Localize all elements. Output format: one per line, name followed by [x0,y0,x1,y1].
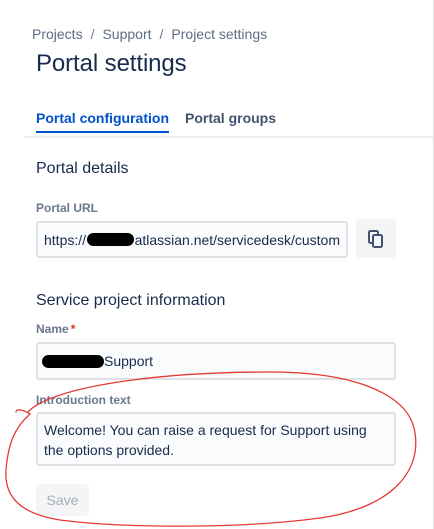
tab-bar: Portal configuration Portal groups [36,110,276,133]
redacted-subdomain [87,233,134,246]
name-field[interactable]: Support [36,342,396,380]
tab-portal-groups[interactable]: Portal groups [185,110,276,132]
redacted-name-prefix [42,354,104,368]
breadcrumb-project-settings[interactable]: Project settings [171,26,267,42]
tab-portal-configuration[interactable]: Portal configuration [36,110,169,133]
name-label-text: Name [36,322,69,336]
save-button[interactable]: Save [36,484,89,516]
portal-settings-page: Projects / Support / Project settings Portal… [0,0,434,529]
service-project-heading: Service project information [36,292,226,309]
name-field-value: Support [104,353,154,369]
copy-url-button[interactable] [356,219,396,258]
portal-url-field[interactable]: https:// atlassian.net/servicedesk/custom [36,221,348,258]
breadcrumb-separator: / [159,26,164,42]
breadcrumb: Projects / Support / Project settings [32,26,267,42]
required-asterisk: * [70,322,76,336]
copy-icon [368,229,383,248]
portal-url-label: Portal URL [36,201,99,215]
page-title: Portal settings [36,50,187,77]
breadcrumb-support[interactable]: Support [102,26,151,42]
breadcrumb-projects[interactable]: Projects [32,26,83,42]
tabs-divider [24,136,434,138]
portal-details-heading: Portal details [36,160,129,177]
breadcrumb-separator: / [90,26,95,42]
portal-url-suffix: atlassian.net/servicedesk/custom [134,231,340,248]
introduction-text-field[interactable]: Welcome! You can raise a request for Sup… [36,412,396,466]
portal-url-prefix: https:// [44,231,87,248]
name-label: Name * [36,322,75,336]
introduction-text-label: Introduction text [36,393,131,407]
